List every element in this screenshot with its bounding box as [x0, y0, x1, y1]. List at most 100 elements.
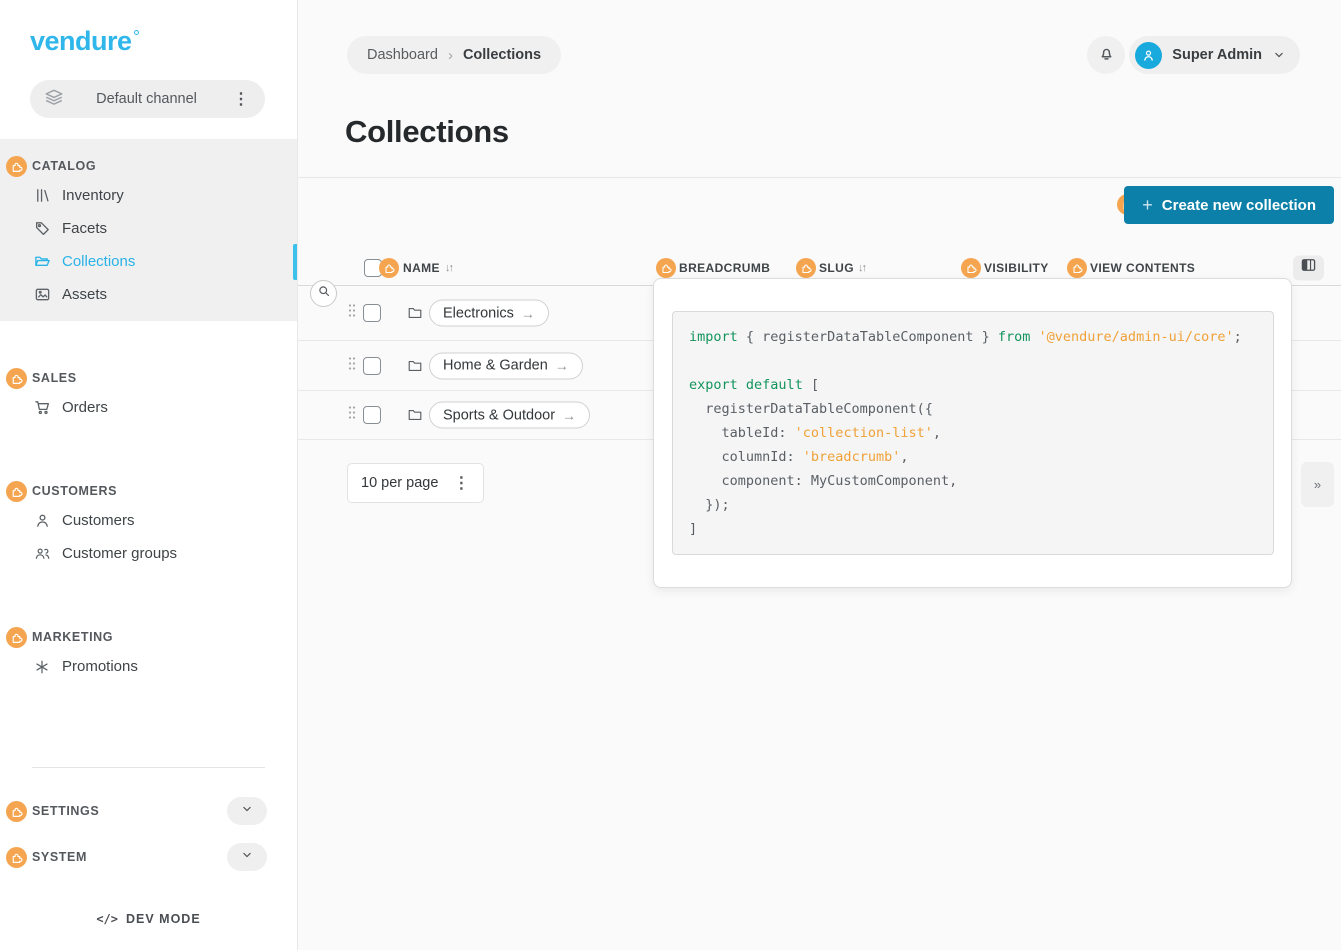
create-new-collection-button[interactable]: + Create new collection: [1124, 186, 1334, 224]
sort-icon-name[interactable]: ↓↑: [445, 262, 452, 274]
collection-link[interactable]: Sports & Outdoor →: [429, 402, 590, 429]
sidebar-item-inventory[interactable]: Inventory: [0, 179, 297, 212]
code-snippet: import { registerDataTableComponent } fr…: [672, 311, 1274, 555]
nav-group-label: CATALOG: [32, 159, 96, 173]
sidebar-item-facets[interactable]: Facets: [0, 212, 297, 245]
breadcrumb-collections[interactable]: Collections: [463, 47, 541, 63]
sidebar-item-label: Facets: [62, 220, 107, 237]
sidebar-item-customer-groups[interactable]: Customer groups: [0, 537, 297, 570]
columns-icon: [1301, 259, 1316, 277]
devmode-badge-sales[interactable]: [6, 368, 27, 389]
layers-icon: [44, 87, 64, 111]
sidebar-item-customers[interactable]: Customers: [0, 504, 297, 537]
chevron-down-icon: [1272, 48, 1286, 62]
breadcrumb: Dashboard › Collections: [347, 36, 561, 74]
app-window: vendure Default channel ⋮ CATALOG: [0, 0, 1341, 950]
column-header-breadcrumb[interactable]: BREADCRUMB: [679, 261, 770, 275]
logo-text: vendure: [30, 26, 132, 57]
sidebar-item-label: Collections: [62, 253, 135, 270]
devmode-badge-settings[interactable]: [6, 801, 27, 822]
devmode-badge-slug-column[interactable]: [796, 258, 816, 278]
nav-group-label: SETTINGS: [32, 804, 99, 818]
dev-mode-toggle[interactable]: </> DEV MODE: [0, 912, 297, 950]
drag-handle-icon[interactable]: [348, 405, 356, 425]
sidebar-item-label: Customers: [62, 512, 135, 529]
collection-name: Home & Garden: [443, 358, 548, 374]
collection-link[interactable]: Home & Garden →: [429, 352, 583, 379]
column-header-view-contents[interactable]: VIEW CONTENTS: [1090, 261, 1195, 275]
search-icon: [317, 284, 331, 303]
folder-icon: [407, 407, 423, 423]
column-header-name[interactable]: NAME: [403, 261, 440, 275]
channel-kebab-icon[interactable]: ⋮: [229, 89, 253, 109]
devmode-badge-name-column[interactable]: [379, 258, 399, 278]
sidebar-item-collections[interactable]: Collections: [0, 245, 297, 278]
nav-group-label: CUSTOMERS: [32, 484, 117, 498]
page-title: Collections: [345, 114, 509, 150]
collection-name: Sports & Outdoor: [443, 407, 555, 423]
collection-name: Electronics: [443, 305, 514, 321]
nav-group-marketing: MARKETING Promotions: [0, 610, 297, 693]
users-icon: [33, 545, 51, 562]
sort-icon-slug[interactable]: ↓↑: [858, 262, 865, 274]
chevron-down-icon: [240, 848, 254, 867]
sidebar-item-orders[interactable]: Orders: [0, 391, 297, 424]
sidebar-item-assets[interactable]: Assets: [0, 278, 297, 311]
column-settings-button[interactable]: [1293, 255, 1324, 280]
column-header-slug[interactable]: SLUG: [819, 261, 854, 275]
active-indicator: [293, 244, 297, 280]
kebab-icon: ⋮: [449, 473, 473, 493]
devmode-badge-marketing[interactable]: [6, 627, 27, 648]
items-per-page-selector[interactable]: 10 per page ⋮: [347, 463, 484, 503]
devmode-badge-system[interactable]: [6, 847, 27, 868]
folder-icon: [33, 253, 51, 270]
channel-selector[interactable]: Default channel ⋮: [30, 80, 265, 118]
arrow-right-icon: →: [521, 305, 535, 321]
expand-settings-button[interactable]: [227, 797, 267, 825]
nav-group-label: SALES: [32, 371, 77, 385]
main-content: Dashboard › Collections Super Admin Coll…: [298, 0, 1341, 950]
chevron-right-icon: ›: [448, 47, 453, 64]
drag-handle-icon[interactable]: [348, 356, 356, 376]
devmode-badge-breadcrumb-column[interactable]: [656, 258, 676, 278]
tag-icon: [33, 220, 51, 237]
nav-group-catalog: CATALOG Inventory Facets: [0, 139, 297, 321]
folder-icon: [407, 358, 423, 374]
avatar: [1135, 42, 1162, 69]
row-checkbox[interactable]: [363, 304, 381, 322]
devmode-code-popover: import { registerDataTableComponent } fr…: [653, 278, 1292, 588]
user-menu[interactable]: Super Admin: [1129, 36, 1300, 74]
user-name: Super Admin: [1172, 47, 1262, 63]
code-icon: </>: [96, 912, 118, 926]
collection-link[interactable]: Electronics →: [429, 300, 549, 327]
row-checkbox[interactable]: [363, 357, 381, 375]
notifications-button[interactable]: [1087, 36, 1125, 74]
sidebar-item-promotions[interactable]: Promotions: [0, 650, 297, 683]
devmode-badge-customers[interactable]: [6, 481, 27, 502]
user-icon: [33, 512, 51, 529]
row-checkbox[interactable]: [363, 406, 381, 424]
nav-group-label: MARKETING: [32, 630, 113, 644]
channel-label: Default channel: [64, 91, 229, 107]
folder-icon: [407, 305, 423, 321]
column-header-visibility[interactable]: VISIBILITY: [984, 261, 1049, 275]
devmode-badge-view-contents-column[interactable]: [1067, 258, 1087, 278]
dev-mode-label: DEV MODE: [126, 912, 201, 926]
sidebar-item-label: Customer groups: [62, 545, 177, 562]
expand-system-button[interactable]: [227, 843, 267, 871]
table-search-button[interactable]: [310, 280, 337, 307]
next-page-button[interactable]: »: [1301, 462, 1334, 507]
breadcrumb-dashboard[interactable]: Dashboard: [367, 47, 438, 63]
devmode-badge-catalog[interactable]: [6, 156, 27, 177]
vendure-logo[interactable]: vendure: [30, 26, 297, 57]
devmode-badge-visibility-column[interactable]: [961, 258, 981, 278]
chevron-down-icon: [240, 802, 254, 821]
nav-group-system: SYSTEM: [0, 842, 297, 872]
nav-group-customers: CUSTOMERS Customers Customer groups: [0, 464, 297, 580]
per-page-label: 10 per page: [361, 475, 438, 491]
nav-group-sales: SALES Orders: [0, 351, 297, 434]
double-chevron-right-icon: »: [1314, 477, 1321, 492]
plus-icon: +: [1142, 195, 1153, 216]
drag-handle-icon[interactable]: [348, 303, 356, 323]
nav-group-settings: SETTINGS: [0, 796, 297, 826]
